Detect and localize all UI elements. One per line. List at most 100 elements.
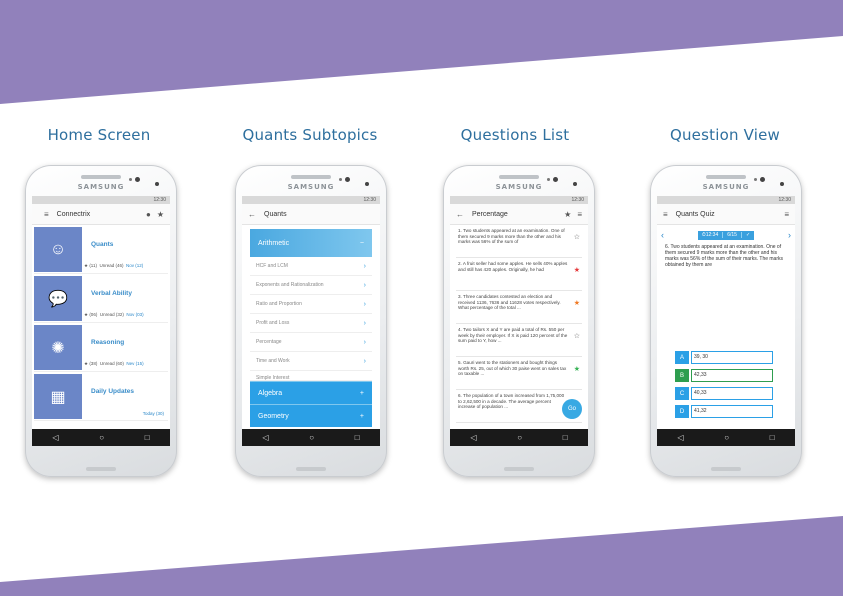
status-bar: 12:30 <box>242 196 380 204</box>
option-b[interactable]: B 42,33 <box>675 369 773 382</box>
menu-icon[interactable]: ≡ <box>44 210 49 219</box>
filter-icon[interactable]: ≡ <box>577 210 582 219</box>
bookmark-star-icon[interactable]: ★ <box>574 366 580 373</box>
expand-icon[interactable]: + <box>360 413 364 420</box>
menu-icon[interactable]: ≡ <box>663 210 668 219</box>
question-list-item[interactable]: 3. Three candidates contested an electio… <box>456 291 582 324</box>
profile-icon[interactable]: ● <box>146 210 151 219</box>
next-question-icon[interactable]: › <box>788 230 791 240</box>
go-button[interactable]: Go <box>562 399 582 419</box>
new-count: Today (30) <box>142 411 164 416</box>
chevron-right-icon: › <box>363 262 366 270</box>
question-list-item[interactable]: 5. Gauri went to the stationers and boug… <box>456 357 582 390</box>
star-icon: ★ <box>84 361 89 366</box>
unread-count: Unread (32) <box>99 312 124 317</box>
bookmark-star-icon[interactable]: ★ <box>574 267 580 274</box>
bookmark-star-icon[interactable]: ★ <box>574 300 580 307</box>
hardware-home-button[interactable] <box>296 467 326 471</box>
unread-count: Unread (46) <box>99 263 124 268</box>
expand-icon[interactable]: + <box>360 390 364 397</box>
head-brain-icon: ☺ <box>34 227 82 272</box>
category-name: Reasoning <box>91 339 125 346</box>
category-name: Verbal Ability <box>91 290 132 297</box>
app-title: Connectrix <box>56 210 91 218</box>
question-snippet: 6. The population of a town increased fr… <box>458 393 565 410</box>
status-time: 12:30 <box>363 197 376 203</box>
filter-icon[interactable]: ≡ <box>784 210 789 219</box>
option-value: 39, 30 <box>691 351 773 364</box>
question-progress: 6/15 <box>723 232 742 238</box>
previous-question-icon[interactable]: ‹ <box>661 230 664 240</box>
back-icon[interactable]: ◁ <box>52 433 58 442</box>
new-count: Nov (12) <box>126 263 144 268</box>
recent-apps-icon[interactable]: □ <box>563 433 568 442</box>
category-card-reasoning[interactable]: ✺ Reasoning ★ (38) Unread (60) Nev (15) <box>34 325 168 372</box>
section-algebra[interactable]: Algebra + <box>250 381 372 404</box>
option-c[interactable]: C 40,33 <box>675 387 773 400</box>
category-card-daily[interactable]: ▦ Daily Updates Today (30) <box>34 374 168 421</box>
bookmark-star-icon[interactable]: ☆ <box>574 234 580 241</box>
option-a[interactable]: A 39, 30 <box>675 351 773 364</box>
subtopic-item[interactable]: Ratio and Proportion › <box>250 295 372 314</box>
option-value: 42,33 <box>691 369 773 382</box>
top-band <box>0 0 843 104</box>
recent-apps-icon[interactable]: □ <box>145 433 150 442</box>
chevron-right-icon: › <box>363 319 366 327</box>
back-icon[interactable]: ◁ <box>677 433 683 442</box>
front-camera-icon <box>155 182 159 186</box>
col-title-quants: Quants Subtopics <box>242 126 378 144</box>
screen-home: 12:30 ≡ Connectrix ● ★ ☺ Quants ★ (11) U… <box>32 196 170 446</box>
new-count: Nov (03) <box>126 312 144 317</box>
question-list-item[interactable]: 1. Two students appeared at an examinati… <box>456 225 582 258</box>
subtopic-item[interactable]: Exponents and Rationalization › <box>250 276 372 295</box>
home-icon[interactable]: ○ <box>309 433 314 442</box>
home-icon[interactable]: ○ <box>517 433 522 442</box>
question-list-item[interactable]: 4. Two tailors X and Y are paid a total … <box>456 324 582 357</box>
back-icon[interactable]: ◁ <box>262 433 268 442</box>
favorites-star-icon[interactable]: ★ <box>564 210 571 219</box>
category-card-quants[interactable]: ☺ Quants ★ (11) Unread (46) Nov (12) <box>34 227 168 274</box>
hardware-home-button[interactable] <box>711 467 741 471</box>
section-label: Arithmetic <box>258 239 290 247</box>
favorites-star-icon[interactable]: ★ <box>157 210 164 219</box>
recent-apps-icon[interactable]: □ <box>355 433 360 442</box>
section-geometry[interactable]: Geometry + <box>250 404 372 427</box>
subtopic-label: HCF and LCM <box>256 263 288 269</box>
hardware-home-button[interactable] <box>86 467 116 471</box>
subtopic-item[interactable]: Time and Work › <box>250 352 372 371</box>
recent-apps-icon[interactable]: □ <box>770 433 775 442</box>
quiz-nav-bar: ‹ ⏱12:34 6/15 ✓ › <box>661 228 791 242</box>
screen-title: Percentage <box>472 210 508 218</box>
subtopic-item[interactable]: HCF and LCM › <box>250 257 372 276</box>
option-letter: B <box>675 369 689 382</box>
category-card-verbal[interactable]: 💬 Verbal Ability ★ (06) Unread (32) Nov … <box>34 276 168 323</box>
subtopic-item[interactable]: Profit and Loss › <box>250 314 372 333</box>
subtopic-item[interactable]: Simple Interest <box>250 371 372 381</box>
front-camera-icon <box>365 182 369 186</box>
subtopic-item[interactable]: Percentage › <box>250 333 372 352</box>
question-snippet: 3. Three candidates contested an electio… <box>458 294 561 311</box>
app-toolbar: ← Quants <box>242 204 380 225</box>
home-icon[interactable]: ○ <box>99 433 104 442</box>
camera-icon <box>760 177 765 182</box>
option-d[interactable]: D 41,32 <box>675 405 773 418</box>
subtopic-label: Profit and Loss <box>256 320 290 326</box>
camera-icon <box>135 177 140 182</box>
col-title-questions: Questions List <box>460 126 570 144</box>
bottom-band <box>0 516 843 596</box>
phone-quants: SAMSUNG 12:30 ← Quants Arithmetic − HCF a… <box>235 165 387 477</box>
back-arrow-icon[interactable]: ← <box>248 210 256 219</box>
collapse-icon[interactable]: − <box>360 240 364 247</box>
question-list: 1. Two students appeared at an examinati… <box>450 225 588 423</box>
back-arrow-icon[interactable]: ← <box>456 210 464 219</box>
subtopic-label: Ratio and Proportion <box>256 301 302 307</box>
back-icon[interactable]: ◁ <box>470 433 476 442</box>
section-arithmetic[interactable]: Arithmetic − <box>250 229 372 257</box>
hardware-home-button[interactable] <box>504 467 534 471</box>
home-icon[interactable]: ○ <box>724 433 729 442</box>
question-text: 6. Two students appeared at an examinati… <box>665 244 784 268</box>
check-icon[interactable]: ✓ <box>742 232 754 238</box>
starred-count: (38) <box>89 361 98 366</box>
question-list-item[interactable]: 2. A fruit seller had some apples. He se… <box>456 258 582 291</box>
bookmark-star-icon[interactable]: ☆ <box>574 333 580 340</box>
